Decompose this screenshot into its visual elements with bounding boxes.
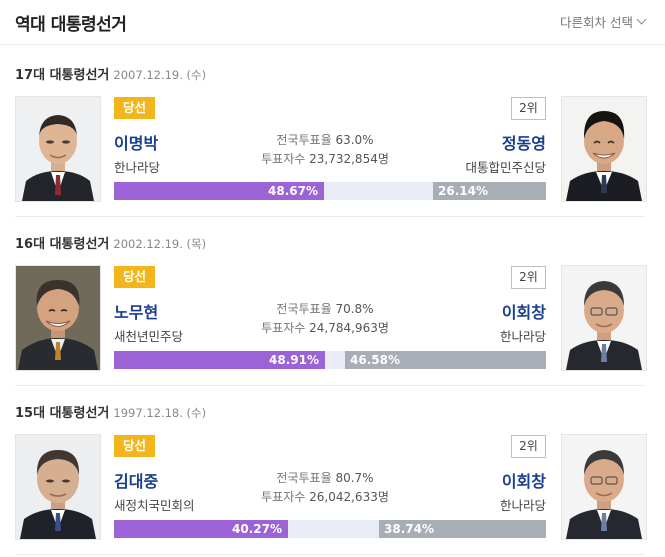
runner-up-share-fill: 26.14% [433, 182, 546, 200]
section-divider [15, 385, 645, 386]
chevron-down-icon [636, 14, 647, 25]
winner-photo[interactable] [15, 96, 101, 202]
winner-name[interactable]: 노무현 [114, 299, 158, 323]
winner-party: 새정치국민회의 [114, 498, 195, 513]
winner-name[interactable]: 이명박 [114, 130, 158, 154]
election-title: 17대 대통령선거 [15, 68, 110, 83]
election-title: 15대 대통령선거 [15, 406, 110, 421]
turnout-value: 80.7% [335, 471, 374, 485]
winner-badge: 당선 [114, 97, 156, 119]
turnout-label: 전국투표율 [276, 471, 332, 485]
runner-up-share-fill: 38.74% [379, 520, 546, 538]
winner-party: 한나라당 [114, 160, 161, 175]
election-heading[interactable]: 16대 대통령선거 2002.12.19. (목) [15, 233, 206, 252]
votes-label: 투표자수 [261, 152, 306, 166]
runner-up-photo[interactable] [561, 434, 647, 540]
votes-stat: 투표자수 26,042,633명 [215, 488, 435, 505]
winner-share-label: 48.91% [269, 353, 319, 367]
winner-photo[interactable] [15, 265, 101, 371]
election-date: 1997.12.18. (수) [113, 406, 207, 420]
runner-up-share-label: 46.58% [350, 353, 400, 367]
runner-up-badge: 2위 [511, 97, 546, 120]
runner-up-name[interactable]: 이회창 [502, 468, 546, 492]
page-title: 역대 대통령선거 [15, 15, 127, 35]
winner-share-label: 48.67% [268, 184, 318, 198]
winner-share-fill: 40.27% [114, 520, 288, 538]
votes-stat: 투표자수 24,784,963명 [215, 319, 435, 336]
runner-up-party: 한나라당 [499, 498, 546, 513]
votes-value: 24,784,963명 [309, 321, 389, 335]
vote-share-bar: 48.91% 46.58% [114, 351, 546, 369]
votes-value: 23,732,854명 [309, 152, 389, 166]
vote-share-bar: 48.67% 26.14% [114, 182, 546, 200]
election-heading[interactable]: 17대 대통령선거 2007.12.19. (수) [15, 64, 206, 83]
turnout-stat: 전국투표율 70.8% [215, 300, 435, 317]
section-divider [15, 554, 645, 555]
runner-up-badge: 2위 [511, 435, 546, 458]
turnout-value: 70.8% [335, 302, 374, 316]
winner-badge: 당선 [114, 266, 156, 288]
header: 역대 대통령선거 다른회차 선택 [0, 0, 665, 45]
runner-up-name[interactable]: 이회창 [502, 299, 546, 323]
round-select-button[interactable]: 다른회차 선택 [560, 12, 647, 31]
turnout-stat: 전국투표율 63.0% [215, 131, 435, 148]
winner-photo[interactable] [15, 434, 101, 540]
election-title: 16대 대통령선거 [15, 237, 110, 252]
election-heading[interactable]: 15대 대통령선거 1997.12.18. (수) [15, 402, 206, 421]
votes-label: 투표자수 [261, 321, 306, 335]
runner-up-share-label: 26.14% [438, 184, 488, 198]
turnout-stat: 전국투표율 80.7% [215, 469, 435, 486]
round-select-label: 다른회차 선택 [560, 15, 633, 30]
votes-value: 26,042,633명 [309, 490, 389, 504]
turnout-value: 63.0% [335, 133, 374, 147]
runner-up-photo[interactable] [561, 96, 647, 202]
winner-badge: 당선 [114, 435, 156, 457]
turnout-label: 전국투표율 [276, 302, 332, 316]
winner-share-fill: 48.91% [114, 351, 325, 369]
runner-up-party: 한나라당 [499, 329, 546, 344]
winner-party: 새천년민주당 [114, 329, 184, 344]
vote-share-bar: 40.27% 38.74% [114, 520, 546, 538]
votes-stat: 투표자수 23,732,854명 [215, 150, 435, 167]
election-date: 2007.12.19. (수) [113, 68, 207, 82]
runner-up-party: 대통합민주신당 [465, 160, 546, 175]
runner-up-share-fill: 46.58% [345, 351, 546, 369]
election-date: 2002.12.19. (목) [113, 237, 207, 251]
section-divider [15, 216, 645, 217]
runner-up-name[interactable]: 정동영 [502, 130, 546, 154]
winner-share-label: 40.27% [232, 522, 282, 536]
winner-share-fill: 48.67% [114, 182, 324, 200]
runner-up-badge: 2위 [511, 266, 546, 289]
turnout-label: 전국투표율 [276, 133, 332, 147]
runner-up-photo[interactable] [561, 265, 647, 371]
votes-label: 투표자수 [261, 490, 306, 504]
runner-up-share-label: 38.74% [384, 522, 434, 536]
winner-name[interactable]: 김대중 [114, 468, 158, 492]
